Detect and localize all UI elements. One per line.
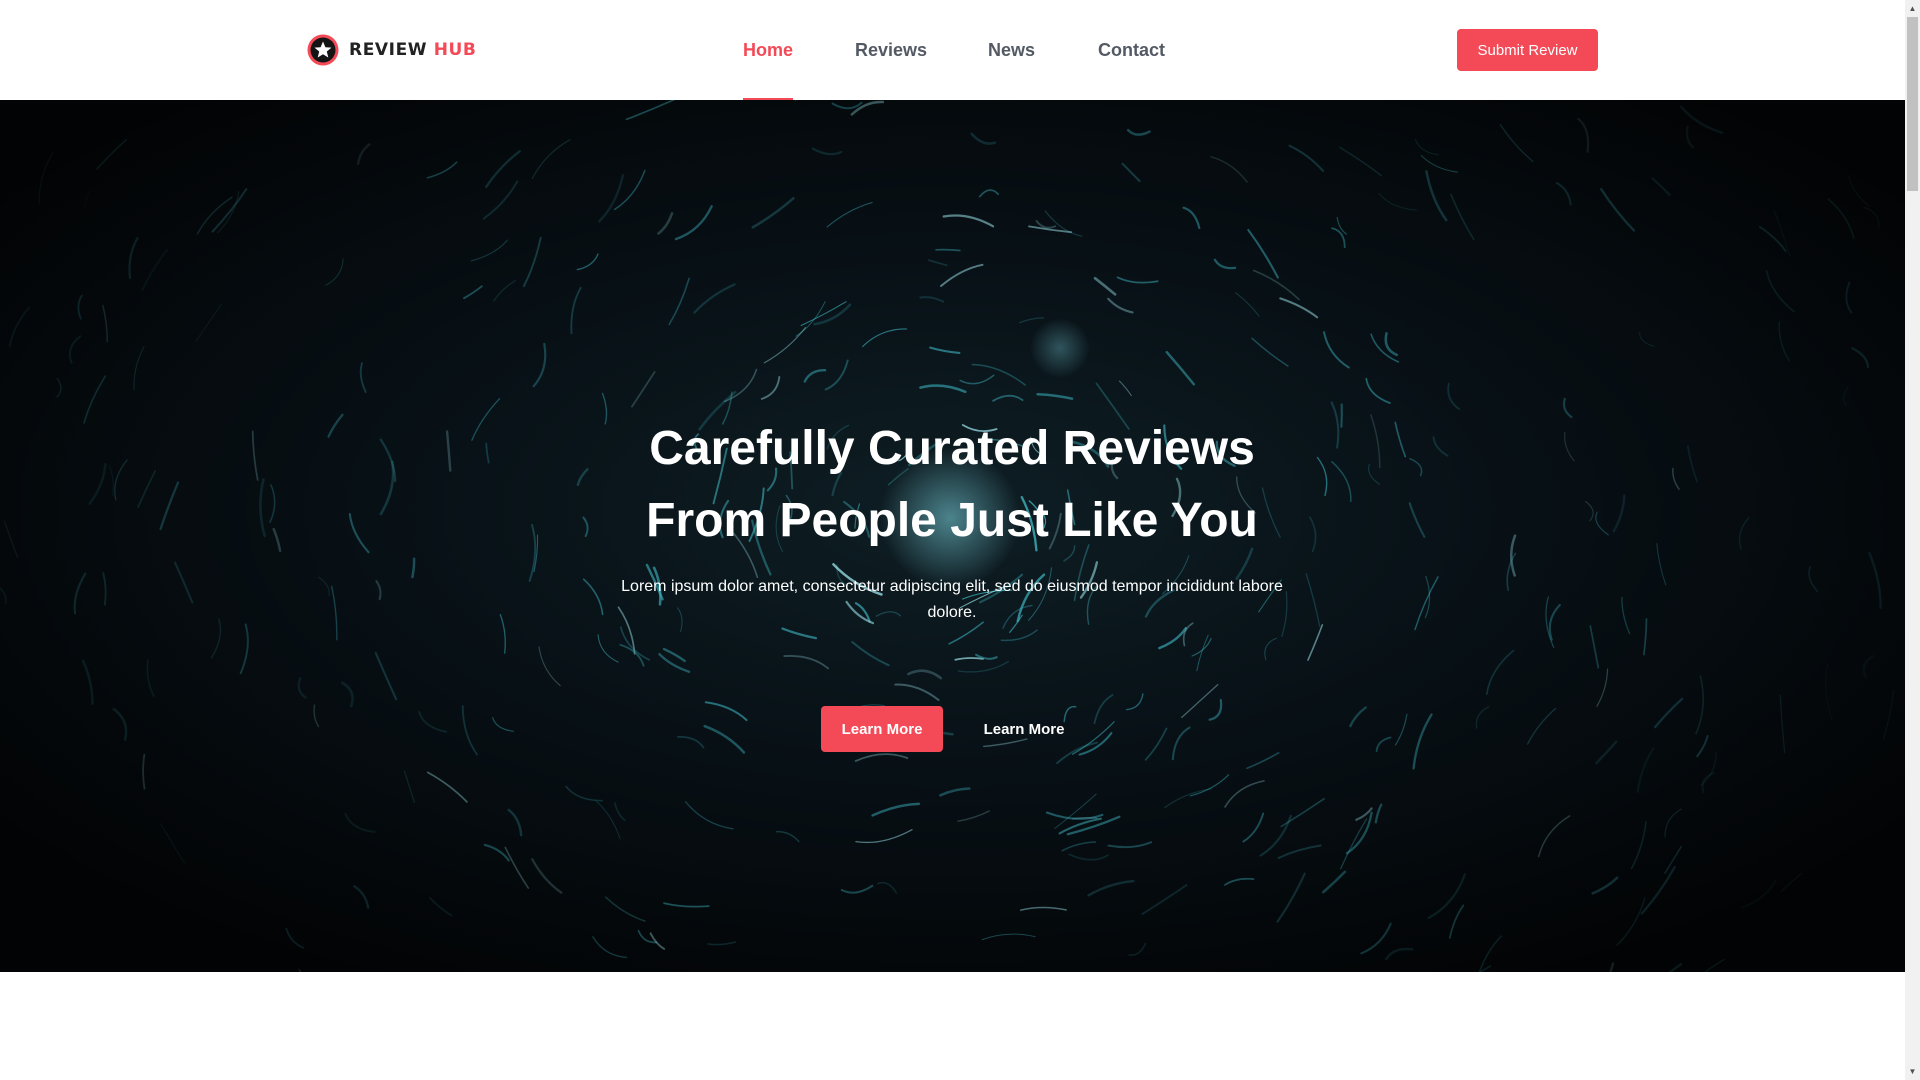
learn-more-secondary-button[interactable]: Learn More (963, 706, 1085, 752)
site-header: REVIEW HUB Home Reviews News Contact Sub… (0, 0, 1905, 100)
submit-review-button[interactable]: Submit Review (1457, 29, 1598, 71)
scroll-up-arrow-icon[interactable]: ▲ (1905, 0, 1920, 17)
nav-item-home[interactable]: Home (743, 0, 794, 100)
hero-content: Carefully Curated Reviews From People Ju… (0, 100, 1905, 972)
logo[interactable]: REVIEW HUB (307, 33, 476, 67)
nav-item-contact[interactable]: Contact (1098, 0, 1165, 100)
hero-title: Carefully Curated Reviews From People Ju… (552, 413, 1352, 557)
scroll-down-arrow-icon[interactable]: ▼ (1905, 1063, 1920, 1080)
brand-name-primary: REVIEW (349, 40, 428, 60)
page-scrollbar[interactable]: ▲ ▼ (1905, 0, 1920, 1080)
nav-item-news[interactable]: News (988, 0, 1035, 100)
star-logo-icon (307, 34, 339, 66)
hero-title-line-1: Carefully Curated Reviews (649, 422, 1255, 475)
hero-section: Carefully Curated Reviews From People Ju… (0, 100, 1905, 972)
brand-name: REVIEW HUB (349, 40, 476, 60)
hero-title-line-2: From People Just Like You (646, 494, 1258, 547)
hero-subtitle: Lorem ipsum dolor amet, consectetur adip… (621, 578, 1283, 621)
learn-more-primary-button[interactable]: Learn More (821, 706, 943, 752)
brand-name-accent: HUB (433, 40, 477, 60)
nav-item-reviews[interactable]: Reviews (855, 0, 927, 100)
scroll-thumb[interactable] (1907, 17, 1918, 191)
page: REVIEW HUB Home Reviews News Contact Sub… (0, 0, 1905, 1080)
